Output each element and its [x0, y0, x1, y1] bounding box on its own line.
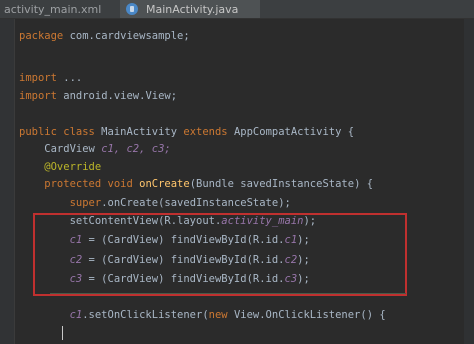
code-token: import: [19, 72, 57, 84]
code-token: AppCompatActivity {: [227, 126, 355, 138]
code-token: android.view.View;: [56, 90, 178, 102]
code-token: ...: [56, 72, 83, 84]
code-token: .onCreate(savedInstanceState);: [101, 197, 291, 209]
code-token: MainActivity: [94, 126, 184, 138]
code-token: .setOnClickListener(: [82, 309, 209, 321]
code-line[interactable]: package com.cardviewsample;: [19, 28, 190, 44]
highlight-underline: [50, 293, 406, 294]
code-line[interactable]: import android.view.View;: [19, 88, 177, 104]
code-token: @Override: [19, 161, 102, 173]
ide-window: activity_main.xml MainActivity.java pack…: [0, 0, 474, 344]
code-token: CardView: [19, 143, 102, 155]
code-line[interactable]: protected void onCreate(Bundle savedInst…: [19, 176, 373, 192]
code-token: onCreate: [132, 178, 190, 190]
highlight-box: [33, 213, 407, 296]
code-token: super: [19, 197, 102, 209]
code-token: protected void: [19, 178, 133, 190]
editor-tab-bar: activity_main.xml MainActivity.java: [0, 0, 474, 19]
text-caret: [62, 326, 63, 340]
code-token: (Bundle savedInstanceState) {: [189, 178, 374, 190]
code-line[interactable]: c1.setOnClickListener(new View.OnClickLi…: [19, 307, 386, 323]
vertical-scrollbar[interactable]: [464, 19, 474, 344]
code-line[interactable]: import ...: [19, 70, 82, 86]
code-line[interactable]: CardView c1, c2, c3;: [19, 141, 171, 157]
java-class-icon: [126, 3, 138, 15]
code-token: new: [208, 309, 228, 321]
code-token: extends: [183, 126, 228, 138]
code-token: com.cardviewsample;: [63, 30, 190, 42]
code-token: c1, c2, c3;: [101, 143, 171, 155]
code-token: import: [19, 90, 57, 102]
code-line[interactable]: public class MainActivity extends AppCom…: [19, 124, 354, 140]
code-token: package: [19, 30, 64, 42]
code-token: View.OnClickListener() {: [227, 309, 386, 321]
tab-label: MainActivity.java: [146, 2, 239, 16]
code-line[interactable]: @Override: [19, 159, 101, 175]
tab-label: activity_main.xml: [4, 2, 102, 16]
code-token: public class: [19, 126, 95, 138]
code-token: c1: [19, 309, 83, 321]
code-line[interactable]: super.onCreate(savedInstanceState);: [19, 195, 291, 211]
tab-activity-main-xml[interactable]: activity_main.xml: [0, 0, 118, 18]
line-gutter[interactable]: [0, 19, 15, 344]
tab-mainactivity-java[interactable]: MainActivity.java: [120, 0, 260, 18]
